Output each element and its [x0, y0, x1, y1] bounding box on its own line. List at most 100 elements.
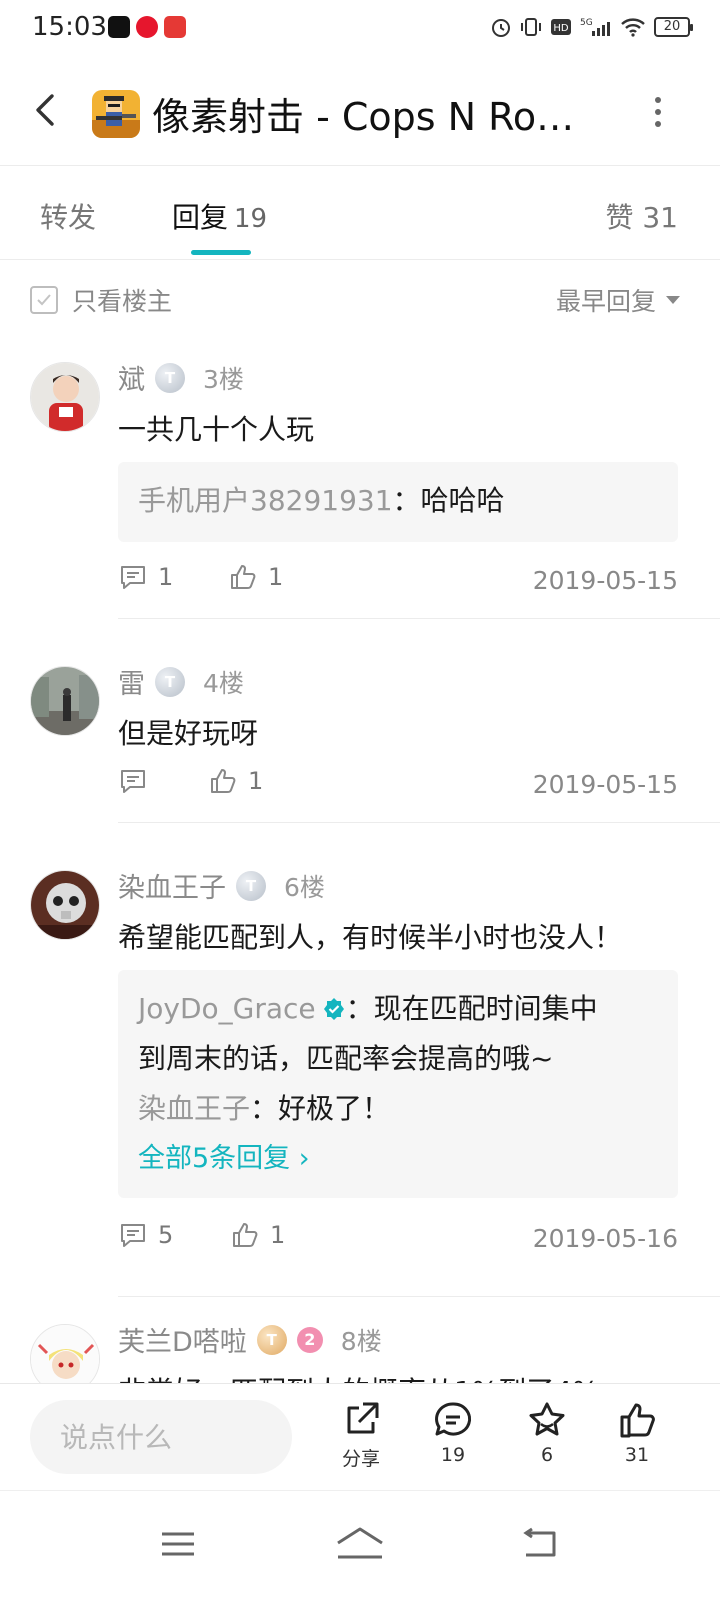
comment-count: 1	[158, 563, 174, 591]
post-head: 芙兰D嗒啦 T 2 8楼	[118, 1320, 382, 1359]
post-date: 2019-05-15	[532, 770, 678, 799]
floor-number: 8楼	[340, 1326, 382, 1356]
menu-icon[interactable]	[148, 1519, 208, 1569]
back-nav-icon[interactable]	[510, 1519, 570, 1569]
only-op-checkbox[interactable]	[30, 286, 58, 314]
post-head: 斌 T 3楼	[118, 358, 244, 397]
post-head: 雷 T 4楼	[118, 662, 244, 701]
username[interactable]: 芙兰D嗒啦	[118, 1320, 247, 1359]
reply-text: 好极了！	[278, 1092, 391, 1125]
comment-button[interactable]: 1	[118, 562, 173, 592]
comment-bubble-icon	[435, 1402, 472, 1436]
level-badge-icon: T	[256, 1324, 287, 1355]
share-icon	[347, 1402, 379, 1434]
vibrate-icon	[521, 18, 541, 36]
wifi-icon	[621, 18, 645, 37]
like-count: 1	[270, 1221, 286, 1249]
reply-box[interactable]: JoyDo_Grace ：现在匹配时间集中 到周末的话，匹配率会提高的哦~ 染血王…	[118, 970, 678, 1198]
thumbs-up-icon	[620, 1403, 655, 1438]
post-head: 染血王子 T 6楼	[118, 866, 325, 905]
check-icon	[37, 294, 51, 306]
all-replies-link[interactable]: 全部5条回复 ›	[138, 1134, 658, 1184]
comment-icon	[121, 1224, 145, 1247]
username[interactable]: 斌	[118, 358, 145, 397]
floor-number: 6楼	[284, 872, 325, 902]
like-button[interactable]: 1	[228, 562, 283, 592]
avatar[interactable]	[30, 362, 100, 432]
reply-user[interactable]: 手机用户38291931	[138, 484, 393, 517]
header: 像素射击 - Cops N Ro…	[0, 56, 720, 166]
reply-sep: ：	[250, 1092, 279, 1125]
more-icon[interactable]	[648, 92, 668, 132]
thumbs-up-icon	[211, 769, 236, 793]
post-floor-3: 斌 T 3楼 一共几十个人玩 手机用户38291931：哈哈哈 1 1 2019…	[0, 350, 720, 620]
comment-count: 19	[440, 1444, 466, 1466]
post-date: 2019-05-16	[532, 1224, 678, 1253]
post-actions: 1 2019-05-15	[118, 766, 678, 806]
post-actions: 5 1 2019-05-16	[118, 1220, 678, 1260]
comment-button[interactable]	[118, 766, 158, 796]
comment-input[interactable]	[30, 1400, 292, 1474]
floor-number: 3楼	[203, 364, 244, 394]
post-floor-4: 雷 T 4楼 但是好玩呀 1 2019-05-15	[0, 654, 720, 824]
reply-box[interactable]: 手机用户38291931：哈哈哈	[118, 462, 678, 542]
share-button[interactable]: 分享	[326, 1400, 396, 1471]
reply-user[interactable]: JoyDo_Grace	[138, 992, 316, 1025]
app-icon	[164, 16, 186, 38]
bottom-action-bar: 分享 19 6 31	[0, 1383, 720, 1491]
back-icon[interactable]	[28, 88, 68, 132]
username[interactable]: 染血王子	[118, 866, 226, 905]
floor-number: 4楼	[203, 668, 244, 698]
caret-down-icon	[666, 296, 680, 304]
5g-signal-icon: 5G	[580, 18, 610, 36]
weibo-icon	[136, 16, 158, 38]
tab-reply-label: 回复	[172, 201, 229, 234]
username[interactable]: 雷	[118, 662, 145, 701]
star-count: 6	[540, 1444, 554, 1466]
reply-line: JoyDo_Grace ：现在匹配时间集中	[138, 984, 658, 1034]
svg-text:HD: HD	[553, 23, 569, 34]
like-button[interactable]: 1	[208, 766, 263, 796]
like-button[interactable]: 1	[230, 1220, 285, 1250]
divider	[118, 822, 720, 823]
level-badge-icon: T	[155, 362, 185, 393]
reply-sep: ：	[392, 484, 421, 517]
home-icon[interactable]	[330, 1519, 390, 1569]
like-button[interactable]: 31	[602, 1400, 672, 1466]
post-floor-6: 染血王子 T 6楼 希望能匹配到人，有时候半小时也没人！ JoyDo_Grace…	[0, 858, 720, 1298]
game-icon	[92, 90, 140, 138]
thumbs-up-icon	[233, 1223, 258, 1247]
reply-line-continued: 到周末的话，匹配率会提高的哦~	[138, 1042, 554, 1075]
star-icon	[529, 1402, 565, 1436]
status-time: 15:03	[32, 12, 107, 42]
chevron-right-icon: ›	[298, 1143, 310, 1174]
hd-icon: HD	[551, 19, 571, 35]
level-badge-icon: T	[236, 870, 266, 901]
favorite-button[interactable]: 6	[512, 1400, 582, 1466]
comment-icon	[121, 770, 145, 793]
system-nav-bar	[0, 1490, 720, 1600]
thumbs-up-icon	[231, 565, 256, 589]
tab-like[interactable]: 赞 31	[605, 196, 678, 236]
avatar[interactable]	[30, 666, 100, 736]
rank-badge: 2	[296, 1326, 323, 1353]
comment-button[interactable]: 19	[418, 1400, 488, 1466]
status-right-icons: HD 5G 20	[490, 16, 693, 38]
svg-text:5G: 5G	[580, 18, 593, 28]
tab-reply[interactable]: 回复 19	[172, 196, 267, 236]
avatar[interactable]	[30, 1324, 100, 1384]
like-count: 1	[268, 563, 284, 591]
sort-select[interactable]: 最早回复	[556, 282, 680, 318]
post-actions: 1 1 2019-05-15	[118, 562, 678, 602]
tab-reply-count: 19	[234, 204, 268, 234]
tabs: 转发 回复 19 赞 31	[0, 170, 720, 260]
like-count: 31	[624, 1444, 650, 1466]
tab-forward[interactable]: 转发	[40, 196, 96, 236]
sort-label: 最早回复	[555, 287, 656, 316]
reply-user[interactable]: 染血王子	[138, 1092, 250, 1125]
comment-button[interactable]: 5	[118, 1220, 173, 1250]
divider	[118, 1296, 720, 1297]
page-title: 像素射击 - Cops N Ro…	[152, 95, 575, 139]
only-op-label[interactable]: 只看楼主	[72, 282, 172, 318]
avatar[interactable]	[30, 870, 100, 940]
